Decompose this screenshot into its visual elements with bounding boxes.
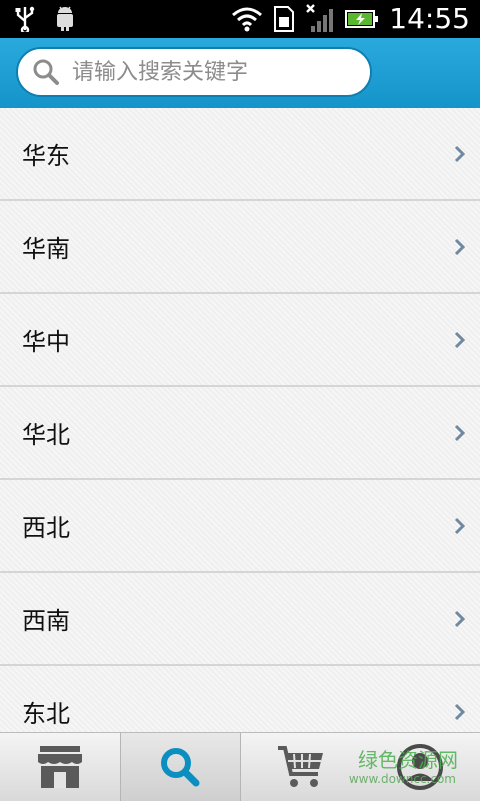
- search-box[interactable]: [16, 47, 372, 97]
- cart-tab[interactable]: [241, 733, 361, 801]
- chevron-right-icon: [454, 609, 466, 629]
- region-label: 东北: [22, 694, 70, 729]
- search-input[interactable]: [70, 59, 354, 86]
- chevron-right-icon: [454, 144, 466, 164]
- chevron-right-icon: [454, 237, 466, 257]
- store-tab[interactable]: [0, 733, 120, 801]
- list-item[interactable]: 华南: [0, 201, 480, 294]
- region-label: 西南: [22, 601, 70, 636]
- watermark-text: 绿色资源网: [358, 744, 458, 773]
- list-item[interactable]: 华北: [0, 387, 480, 480]
- wifi-icon: [231, 6, 263, 32]
- list-item[interactable]: 华东: [0, 108, 480, 201]
- cart-icon: [276, 744, 326, 790]
- list-item[interactable]: 东北: [0, 666, 480, 732]
- region-label: 华东: [22, 136, 70, 171]
- list-item[interactable]: 西北: [0, 480, 480, 573]
- region-label: 华北: [22, 415, 70, 450]
- usb-icon: [14, 6, 36, 32]
- watermark-url: www.downcc.com: [349, 772, 456, 786]
- list-item[interactable]: 西南: [0, 573, 480, 666]
- chevron-right-icon: [454, 516, 466, 536]
- chevron-right-icon: [454, 702, 466, 722]
- region-label: 华中: [22, 322, 70, 357]
- chevron-right-icon: [454, 423, 466, 443]
- signal-icon: [305, 4, 335, 34]
- region-label: 西北: [22, 508, 70, 543]
- store-icon: [36, 744, 84, 790]
- status-bar: 14:55: [0, 0, 480, 38]
- search-icon: [32, 58, 60, 86]
- list-item[interactable]: 华中: [0, 294, 480, 387]
- region-label: 华南: [22, 229, 70, 264]
- android-debug-icon: [54, 6, 76, 32]
- search-tab[interactable]: [120, 733, 242, 801]
- search-header: [0, 38, 480, 108]
- chevron-right-icon: [454, 330, 466, 350]
- battery-charging-icon: [345, 9, 379, 29]
- search-icon: [158, 745, 202, 789]
- sim-icon: [273, 5, 295, 33]
- region-list: 华东 华南 华中 华北 西北 西南 东北: [0, 108, 480, 732]
- status-time: 14:55: [389, 4, 470, 34]
